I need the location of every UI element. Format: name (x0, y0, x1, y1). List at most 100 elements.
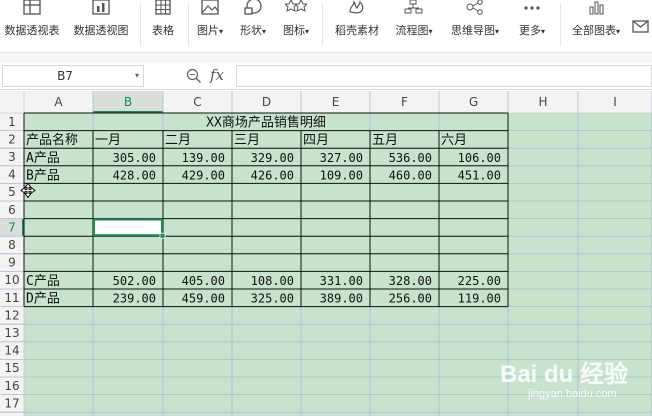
fx-icon[interactable]: fx (210, 66, 224, 84)
column-header-b[interactable]: B (124, 95, 132, 109)
row-header[interactable]: 1 (8, 115, 16, 129)
header-cell[interactable]: 六月 (441, 133, 467, 148)
header-cell[interactable]: 五月 (372, 133, 398, 148)
ribbon-separator (560, 4, 561, 46)
name-box[interactable]: B7 ▾ (2, 65, 144, 87)
row-header[interactable]: 3 (8, 150, 16, 164)
value-cell[interactable]: 389.00 (320, 292, 363, 306)
shapes-button[interactable]: 形状▾ (234, 0, 272, 52)
row-header[interactable]: 16 (4, 379, 19, 393)
mindmap-button[interactable]: 思维导图▾ (446, 0, 504, 52)
ribbon-label: 形状▾ (239, 24, 266, 37)
value-cell[interactable]: 328.00 (389, 274, 432, 288)
row-header[interactable]: 10 (4, 273, 19, 287)
value-cell[interactable]: 536.00 (389, 151, 432, 165)
header-cell[interactable]: 四月 (303, 133, 329, 148)
chevron-down-icon[interactable]: ▾ (135, 66, 139, 86)
value-cell[interactable]: 329.00 (251, 151, 294, 165)
zoom-icon[interactable] (186, 68, 202, 84)
row-header[interactable]: 17 (4, 396, 19, 410)
docer-material-icon (349, 0, 364, 14)
value-cell[interactable]: 139.00 (182, 151, 225, 165)
fill-handle[interactable] (159, 232, 166, 239)
row-header[interactable]: 14 (4, 344, 19, 358)
name-box-value: B7 (57, 69, 73, 83)
flowchart-button[interactable]: 流程图▾ (390, 0, 438, 52)
row-header[interactable]: 9 (8, 256, 16, 270)
selected-cell[interactable] (93, 218, 163, 237)
ribbon-label: 表格 (152, 24, 174, 37)
value-cell[interactable]: 327.00 (320, 151, 363, 165)
row-header[interactable]: 12 (4, 308, 19, 322)
value-cell[interactable]: 325.00 (251, 292, 294, 306)
column-header-d[interactable]: D (262, 95, 271, 109)
value-cell[interactable]: 119.00 (458, 292, 501, 306)
row-header[interactable]: 7 (8, 220, 16, 234)
pivot-chart-icon (92, 0, 110, 15)
value-cell[interactable]: 429.00 (182, 168, 225, 182)
row-header[interactable]: 2 (8, 132, 16, 146)
ribbon-toolbar: 数据透视表 数据透视图 表格 图片▾ 形状▾ 图标▾ 稻壳素材 流程图▾ 思维导… (0, 0, 652, 53)
column-header-i[interactable]: I (613, 95, 617, 109)
product-name-cell[interactable]: B产品 (26, 168, 60, 183)
value-cell[interactable]: 256.00 (389, 292, 432, 306)
value-cell[interactable]: 426.00 (251, 168, 294, 182)
mail-icon[interactable] (632, 20, 650, 34)
column-header-a[interactable]: A (54, 95, 63, 109)
value-cell[interactable]: 225.00 (458, 274, 501, 288)
value-cell[interactable]: 460.00 (389, 168, 432, 182)
value-cell[interactable]: 109.00 (320, 168, 363, 182)
value-cell[interactable]: 108.00 (251, 274, 294, 288)
value-cell[interactable]: 428.00 (113, 168, 156, 182)
row-header[interactable]: 8 (8, 238, 16, 252)
ribbon-label: 图片▾ (196, 24, 223, 37)
row-header[interactable]: 6 (8, 203, 16, 217)
row-header[interactable]: 11 (4, 291, 19, 305)
column-header-g[interactable]: G (469, 95, 478, 109)
value-cell[interactable]: 459.00 (182, 292, 225, 306)
formula-input[interactable] (236, 65, 652, 87)
pivot-table-button[interactable]: 数据透视表 (0, 0, 64, 52)
ribbon-label: 全部图表▾ (571, 24, 620, 37)
table-button[interactable]: 表格 (144, 0, 182, 52)
docer-material-button[interactable]: 稻壳素材 (330, 0, 384, 52)
row-header[interactable]: 4 (8, 168, 16, 182)
value-cell[interactable]: 502.00 (113, 274, 156, 288)
pivot-chart-button[interactable]: 数据透视图 (68, 0, 134, 52)
mindmap-icon (466, 0, 483, 15)
formula-bar: B7 ▾ fx (0, 63, 652, 90)
picture-button[interactable]: 图片▾ (192, 0, 228, 52)
product-name-cell[interactable]: D产品 (26, 292, 60, 307)
column-header-c[interactable]: C (193, 95, 201, 109)
header-cell[interactable]: 二月 (165, 133, 191, 148)
ribbon-separator (322, 4, 323, 46)
row-header[interactable]: 13 (4, 326, 19, 340)
ribbon-separator (140, 4, 141, 46)
icons-icon (285, 0, 307, 12)
value-cell[interactable]: 239.00 (113, 292, 156, 306)
ribbon-label: 稻壳素材 (335, 24, 379, 37)
value-cell[interactable]: 305.00 (113, 151, 156, 165)
value-cell[interactable]: 405.00 (182, 274, 225, 288)
product-name-cell[interactable]: C产品 (26, 274, 60, 289)
header-cell[interactable]: 一月 (95, 133, 121, 148)
watermark-url: jingyan.baidu.com (528, 388, 617, 400)
value-cell[interactable]: 451.00 (458, 168, 501, 182)
pivot-table-icon (23, 0, 41, 15)
column-header-h[interactable]: H (538, 95, 547, 109)
flowchart-icon (404, 0, 423, 14)
column-header-f[interactable]: F (401, 95, 408, 109)
ribbon-label: 更多▾ (518, 24, 545, 37)
row-header[interactable]: 15 (4, 361, 19, 375)
product-name-cell[interactable]: A产品 (26, 151, 60, 166)
sheet-title[interactable]: XX商场产品销售明细 (206, 115, 326, 131)
header-cell[interactable]: 三月 (234, 133, 260, 148)
icons-button[interactable]: 图标▾ (278, 0, 314, 52)
row-header[interactable]: 5 (8, 185, 16, 199)
more-button[interactable]: 更多▾ (512, 0, 552, 52)
header-cell[interactable]: 产品名称 (26, 132, 78, 148)
value-cell[interactable]: 331.00 (320, 274, 363, 288)
value-cell[interactable]: 106.00 (458, 151, 501, 165)
column-header-e[interactable]: E (332, 95, 340, 109)
all-charts-button[interactable]: 全部图表▾ (566, 0, 626, 52)
